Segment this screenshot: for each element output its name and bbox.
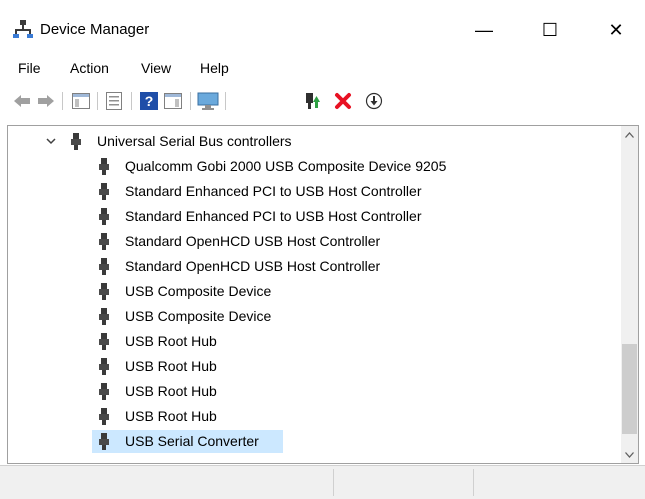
device-row[interactable]: USB Root Hub — [8, 329, 620, 354]
device-label: USB Root Hub — [125, 333, 217, 349]
toolbar-separator — [97, 92, 98, 110]
device-label: Standard Enhanced PCI to USB Host Contro… — [125, 183, 422, 199]
device-label: Standard Enhanced PCI to USB Host Contro… — [125, 208, 422, 224]
device-row[interactable]: USB Composite Device — [8, 279, 620, 304]
device-row[interactable]: USB Root Hub — [8, 354, 620, 379]
device-label: Standard OpenHCD USB Host Controller — [125, 233, 381, 249]
maximize-button[interactable]: ☐ — [527, 10, 573, 50]
usb-device-icon — [99, 183, 109, 200]
usb-device-icon — [99, 333, 109, 350]
device-row-selected[interactable]: USB Serial Converter — [8, 429, 620, 454]
usb-device-icon — [99, 383, 109, 400]
usb-icon — [71, 133, 81, 150]
usb-device-icon — [99, 408, 109, 425]
uninstall-icon[interactable] — [332, 90, 354, 112]
back-icon[interactable] — [11, 90, 33, 112]
menu-help[interactable]: Help — [200, 60, 229, 76]
toolbar: ? — [0, 84, 645, 118]
chevron-down-icon[interactable] — [46, 138, 56, 145]
scroll-thumb[interactable] — [622, 344, 637, 434]
device-label: USB Root Hub — [125, 358, 217, 374]
status-bar — [0, 465, 645, 499]
menu-view[interactable]: View — [141, 60, 171, 76]
tree-category-row[interactable]: Universal Serial Bus controllers — [8, 129, 620, 154]
window-title: Device Manager — [40, 21, 150, 38]
device-label: USB Root Hub — [125, 383, 217, 399]
forward-icon[interactable] — [35, 90, 57, 112]
update-driver-icon[interactable] — [301, 90, 323, 112]
device-row[interactable]: Qualcomm Gobi 2000 USB Composite Device … — [8, 154, 620, 179]
menu-bar: File Action View Help — [0, 56, 645, 82]
show-hide-console-tree-icon[interactable] — [70, 90, 92, 112]
menu-action[interactable]: Action — [70, 60, 109, 76]
usb-device-icon — [99, 158, 109, 175]
device-row[interactable]: Standard Enhanced PCI to USB Host Contro… — [8, 204, 620, 229]
minimize-button[interactable]: — — [461, 10, 507, 50]
toolbar-separator — [62, 92, 63, 110]
status-pane — [473, 469, 614, 496]
usb-device-icon — [99, 283, 109, 300]
device-label: USB Composite Device — [125, 308, 272, 324]
device-manager-icon — [13, 20, 33, 38]
toolbar-separator — [190, 92, 191, 110]
device-label: Standard OpenHCD USB Host Controller — [125, 258, 381, 274]
title-bar: Device Manager — ☐ ✕ — [0, 0, 645, 54]
help-icon[interactable]: ? — [138, 90, 160, 112]
device-label: USB Root Hub — [125, 408, 217, 424]
device-tree-panel: Universal Serial Bus controllers Qualcom… — [7, 125, 639, 464]
device-row[interactable]: Standard OpenHCD USB Host Controller — [8, 229, 620, 254]
disable-device-icon[interactable] — [363, 90, 385, 112]
svg-text:?: ? — [145, 93, 154, 109]
properties-icon[interactable] — [103, 90, 125, 112]
device-row[interactable]: USB Root Hub — [8, 404, 620, 429]
device-row[interactable]: USB Root Hub — [8, 379, 620, 404]
usb-device-icon — [99, 208, 109, 225]
menu-file[interactable]: File — [18, 60, 41, 76]
device-row[interactable]: Standard OpenHCD USB Host Controller — [8, 254, 620, 279]
close-button[interactable]: ✕ — [593, 10, 639, 50]
toolbar-separator — [225, 92, 226, 110]
scan-hardware-icon[interactable] — [197, 90, 219, 112]
vertical-scrollbar[interactable] — [621, 126, 638, 463]
scroll-up-arrow-icon[interactable] — [621, 126, 638, 143]
action-pane-icon[interactable] — [162, 90, 184, 112]
device-label: USB Composite Device — [125, 283, 272, 299]
usb-device-icon — [99, 358, 109, 375]
usb-device-icon — [99, 433, 109, 450]
category-label: Universal Serial Bus controllers — [97, 133, 292, 149]
device-row[interactable]: Standard Enhanced PCI to USB Host Contro… — [8, 179, 620, 204]
device-label: USB Serial Converter — [125, 433, 259, 449]
scroll-down-arrow-icon[interactable] — [621, 446, 638, 463]
device-label: Qualcomm Gobi 2000 USB Composite Device … — [125, 158, 447, 174]
device-row[interactable]: USB Composite Device — [8, 304, 620, 329]
usb-device-icon — [99, 233, 109, 250]
toolbar-separator — [131, 92, 132, 110]
usb-device-icon — [99, 308, 109, 325]
status-pane — [333, 469, 474, 496]
usb-device-icon — [99, 258, 109, 275]
